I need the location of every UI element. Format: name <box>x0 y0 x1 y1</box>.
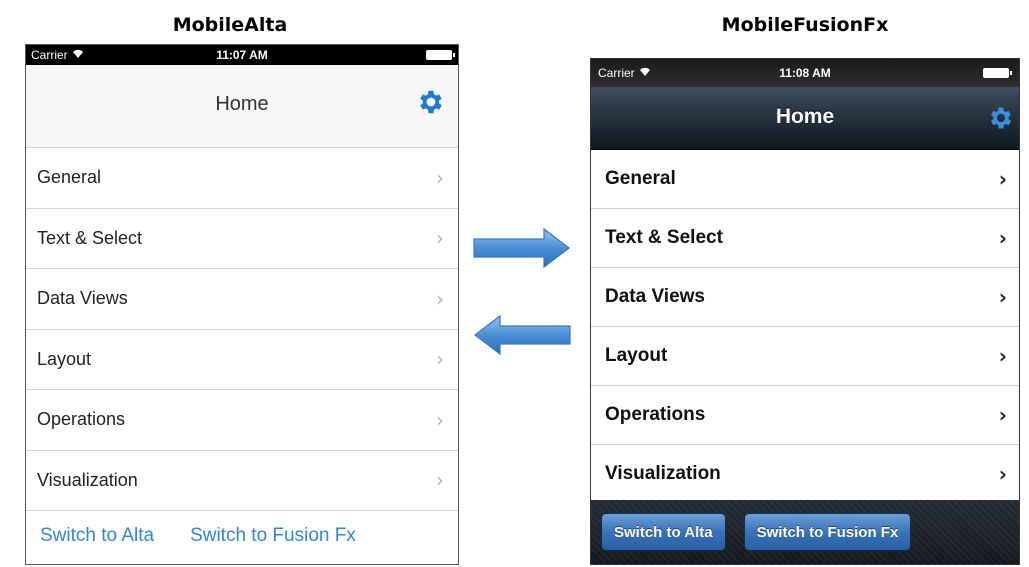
list-item-label: Data Views <box>37 288 128 309</box>
list-item-label: General <box>37 167 102 188</box>
menu-list: General › Text & Select › Data Views › Layo… <box>591 150 1019 504</box>
list-item-label: Layout <box>605 345 668 366</box>
list-item-label: Visualization <box>37 469 138 490</box>
list-item-label: General <box>605 168 676 189</box>
chevron-right-icon: › <box>998 285 1007 309</box>
chevron-right-icon: › <box>436 226 444 251</box>
navigation-bar: Home <box>591 87 1019 150</box>
chevron-right-icon: › <box>436 286 444 311</box>
fusion-fx-phone-screen: Carrier 11:08 AM Home General › Text & Se… <box>590 58 1020 565</box>
list-item-label: Operations <box>37 409 126 430</box>
arrow-right-icon <box>473 227 570 269</box>
list-item-operations[interactable]: Operations › <box>591 386 1019 445</box>
chevron-right-icon: › <box>998 403 1007 427</box>
list-item-general[interactable]: General › <box>26 148 458 209</box>
list-item-data-views[interactable]: Data Views › <box>591 268 1019 327</box>
heading-mobile-fusion-fx: MobileFusionFx <box>721 14 889 36</box>
battery-icon <box>426 50 455 60</box>
status-bar: Carrier 11:08 AM <box>591 59 1019 87</box>
list-item-visualization[interactable]: Visualization › <box>591 445 1019 504</box>
chevron-right-icon: › <box>998 226 1007 250</box>
list-item-operations[interactable]: Operations › <box>26 390 458 451</box>
list-item-label: Text & Select <box>605 227 723 248</box>
status-time: 11:07 AM <box>216 48 268 62</box>
page-title: Home <box>775 105 835 128</box>
page-title: Home <box>215 93 269 115</box>
list-item-label: Data Views <box>605 286 705 307</box>
list-item-general[interactable]: General › <box>591 150 1019 209</box>
chevron-right-icon: › <box>998 167 1007 191</box>
alta-phone-screen: Carrier 11:07 AM Home General › Text & Se… <box>25 44 459 565</box>
chevron-right-icon: › <box>436 468 444 493</box>
gear-icon[interactable] <box>416 87 446 117</box>
status-time: 11:08 AM <box>779 66 831 80</box>
list-item-layout[interactable]: Layout › <box>26 330 458 390</box>
list-item-label: Visualization <box>605 463 721 484</box>
list-item-text-select[interactable]: Text & Select › <box>26 209 458 269</box>
chevron-right-icon: › <box>436 347 444 372</box>
navigation-bar: Home <box>26 65 458 148</box>
switch-to-alta-button[interactable]: Switch to Alta <box>601 513 726 551</box>
menu-list: General › Text & Select › Data Views › Layo… <box>26 148 458 511</box>
footer-toolbar: Switch to Alta Switch to Fusion Fx <box>591 500 1019 564</box>
list-item-label: Text & Select <box>37 227 143 248</box>
list-item-layout[interactable]: Layout › <box>591 327 1019 386</box>
chevron-right-icon: › <box>436 165 444 190</box>
footer-toolbar: Switch to Alta Switch to Fusion Fx <box>26 511 458 547</box>
switch-to-fusion-fx-link[interactable]: Switch to Fusion Fx <box>190 525 356 547</box>
list-item-text-select[interactable]: Text & Select › <box>591 209 1019 268</box>
chevron-right-icon: › <box>998 344 1007 368</box>
chevron-right-icon: › <box>998 462 1007 486</box>
list-item-visualization[interactable]: Visualization › <box>26 451 458 511</box>
list-item-label: Operations <box>605 404 706 425</box>
chevron-right-icon: › <box>436 407 444 432</box>
gear-icon[interactable] <box>987 104 1015 132</box>
heading-mobile-alta: MobileAlta <box>172 14 288 36</box>
list-item-label: Layout <box>37 348 92 369</box>
switch-to-alta-link[interactable]: Switch to Alta <box>40 525 154 547</box>
list-item-data-views[interactable]: Data Views › <box>26 269 458 330</box>
switch-to-fusion-fx-button[interactable]: Switch to Fusion Fx <box>743 513 912 551</box>
battery-icon <box>983 68 1012 78</box>
status-bar: Carrier 11:07 AM <box>26 45 458 65</box>
arrow-left-icon <box>474 314 571 356</box>
